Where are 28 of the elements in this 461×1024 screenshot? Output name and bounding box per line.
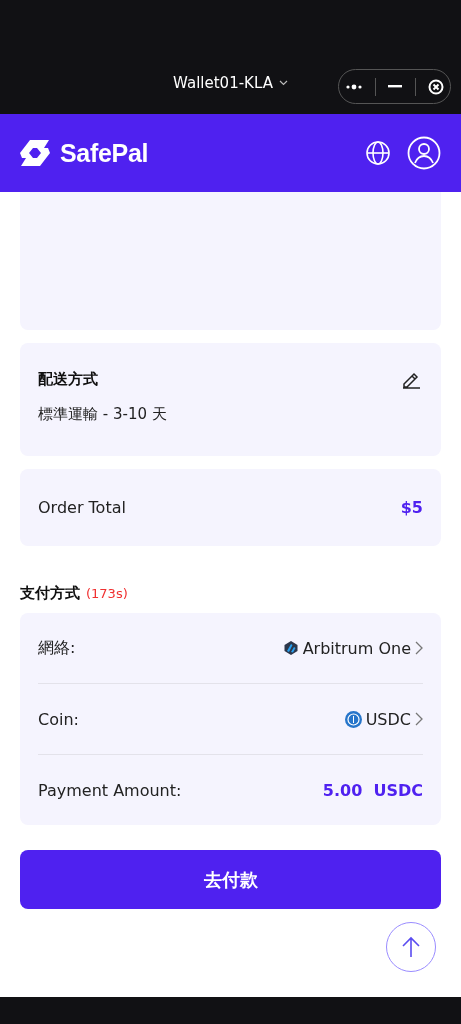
minimize-icon[interactable] (388, 85, 403, 88)
network-icon (282, 640, 299, 656)
chevron-right-icon (415, 712, 423, 726)
section-title: 配送方式 (38, 369, 98, 389)
network-selector[interactable]: Arbitrum One (282, 638, 423, 658)
pay-button[interactable]: 去付款 (20, 850, 441, 909)
field-label: Coin: (38, 709, 79, 729)
total-value: $5 (400, 498, 423, 517)
shipping-method: 標準運輸 - 3-10 天 (38, 405, 168, 424)
total-label: Order Total (38, 498, 126, 517)
field-label: Payment Amount: (38, 780, 182, 800)
countdown: (173s) (86, 586, 128, 601)
brand-name: SafePal (60, 138, 149, 168)
close-icon[interactable] (427, 78, 444, 95)
globe-icon[interactable] (365, 140, 391, 166)
wallet-name[interactable]: Wallet01-KLA (173, 74, 273, 92)
chevron-right-icon (415, 641, 423, 655)
scroll-top-button[interactable] (386, 922, 436, 972)
logo-icon (20, 138, 50, 168)
section-title: 支付方式 (20, 584, 80, 603)
payment-amount: 5.00 USDC (322, 780, 423, 800)
chevron-down-icon[interactable] (278, 80, 288, 86)
coin-icon (344, 710, 362, 728)
coin-selector[interactable]: USDC (344, 709, 423, 729)
arrow-up-icon (401, 936, 421, 958)
user-avatar-icon[interactable] (407, 136, 441, 170)
more-icon[interactable] (345, 83, 364, 90)
field-label: 網絡: (38, 637, 76, 659)
